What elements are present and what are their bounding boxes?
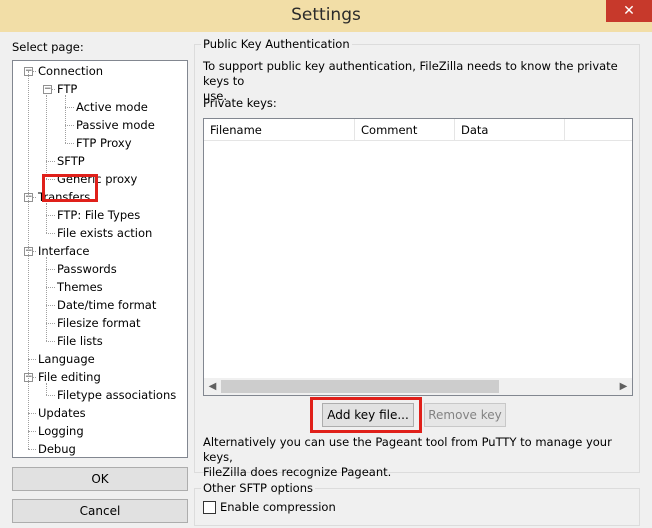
scrollbar-thumb[interactable] xyxy=(221,380,499,393)
page-tree[interactable]: − Connection − FTP Active mode Passive mode FT… xyxy=(12,60,188,458)
tree-connector xyxy=(65,95,66,143)
tree-item-file-lists[interactable]: File lists xyxy=(57,333,103,349)
pubkey-description-line: To support public key authentication, Fi… xyxy=(203,59,618,88)
ok-button[interactable]: OK xyxy=(12,467,188,491)
list-header: Filename Comment Data xyxy=(204,119,632,141)
window-title: Settings xyxy=(291,5,361,25)
scroll-left-icon[interactable]: ◀ xyxy=(204,378,221,395)
tree-connector xyxy=(46,215,55,216)
collapse-icon[interactable]: − xyxy=(43,85,52,94)
tree-item-connection[interactable]: Connection xyxy=(38,63,103,79)
tree-item-ftp-proxy[interactable]: FTP Proxy xyxy=(76,135,132,151)
tree-item-updates[interactable]: Updates xyxy=(38,405,86,421)
scroll-right-icon[interactable]: ▶ xyxy=(615,378,632,395)
tree-item-logging[interactable]: Logging xyxy=(38,423,84,439)
tree-item-sftp[interactable]: SFTP xyxy=(57,153,85,169)
select-page-label: Select page: xyxy=(12,40,84,54)
sftp-highlight-box xyxy=(42,174,98,202)
tree-connector xyxy=(65,125,74,126)
tree-item-ftp[interactable]: FTP xyxy=(57,81,77,97)
tree-connector xyxy=(46,341,55,342)
column-filename[interactable]: Filename xyxy=(204,119,355,141)
add-key-highlight-box xyxy=(310,397,422,433)
tree-connector xyxy=(28,449,36,450)
horizontal-scrollbar[interactable]: ◀ ▶ xyxy=(204,378,632,395)
tree-connector xyxy=(46,395,55,396)
column-comment[interactable]: Comment xyxy=(355,119,455,141)
tree-connector xyxy=(46,203,47,233)
tree-connector xyxy=(28,359,36,360)
tree-connector xyxy=(46,161,55,162)
tree-item-file-editing[interactable]: File editing xyxy=(38,369,101,385)
tree-item-filetype-associations[interactable]: Filetype associations xyxy=(57,387,176,403)
settings-window: Settings ✕ Select page: − Connection − FTP A… xyxy=(0,0,652,528)
remove-key-button[interactable]: Remove key xyxy=(424,403,506,427)
private-keys-label: Private keys: xyxy=(203,96,277,110)
cancel-button[interactable]: Cancel xyxy=(12,499,188,523)
dialog-body: Select page: − Connection − FTP Active mode P… xyxy=(0,32,652,528)
tree-item-file-exists-action[interactable]: File exists action xyxy=(57,225,152,241)
tree-connector xyxy=(28,431,36,432)
tree-item-ftp-file-types[interactable]: FTP: File Types xyxy=(57,207,140,223)
column-data[interactable]: Data xyxy=(455,119,565,141)
tree-item-language[interactable]: Language xyxy=(38,351,95,367)
title-bar: Settings ✕ xyxy=(0,0,652,32)
pageant-note-line: Alternatively you can use the Pageant to… xyxy=(203,435,612,464)
tree-item-date-time-format[interactable]: Date/time format xyxy=(57,297,156,313)
public-key-legend: Public Key Authentication xyxy=(201,37,352,51)
tree-item-active-mode[interactable]: Active mode xyxy=(76,99,148,115)
close-button[interactable]: ✕ xyxy=(606,0,652,22)
tree-connector xyxy=(65,143,74,144)
enable-compression-label[interactable]: Enable compression xyxy=(220,500,336,514)
tree-item-passive-mode[interactable]: Passive mode xyxy=(76,117,155,133)
pageant-note: Alternatively you can use the Pageant to… xyxy=(203,435,635,480)
private-keys-list[interactable]: Filename Comment Data ◀ ▶ xyxy=(203,118,633,396)
close-icon: ✕ xyxy=(623,3,635,19)
tree-connector xyxy=(46,269,55,270)
tree-connector xyxy=(46,233,55,234)
tree-connector xyxy=(46,287,55,288)
tree-item-passwords[interactable]: Passwords xyxy=(57,261,117,277)
tree-item-filesize-format[interactable]: Filesize format xyxy=(57,315,141,331)
tree-item-debug[interactable]: Debug xyxy=(38,441,76,457)
tree-connector xyxy=(46,383,47,395)
tree-connector xyxy=(46,95,47,179)
tree-connector xyxy=(46,323,55,324)
pageant-note-line: FileZilla does recognize Pageant. xyxy=(203,465,392,479)
tree-item-themes[interactable]: Themes xyxy=(57,279,103,295)
tree-connector xyxy=(65,107,74,108)
enable-compression-checkbox[interactable] xyxy=(203,501,216,514)
other-sftp-legend: Other SFTP options xyxy=(201,481,315,495)
tree-connector xyxy=(28,413,36,414)
tree-connector xyxy=(46,305,55,306)
tree-connector xyxy=(46,257,47,341)
tree-connector xyxy=(28,71,29,449)
